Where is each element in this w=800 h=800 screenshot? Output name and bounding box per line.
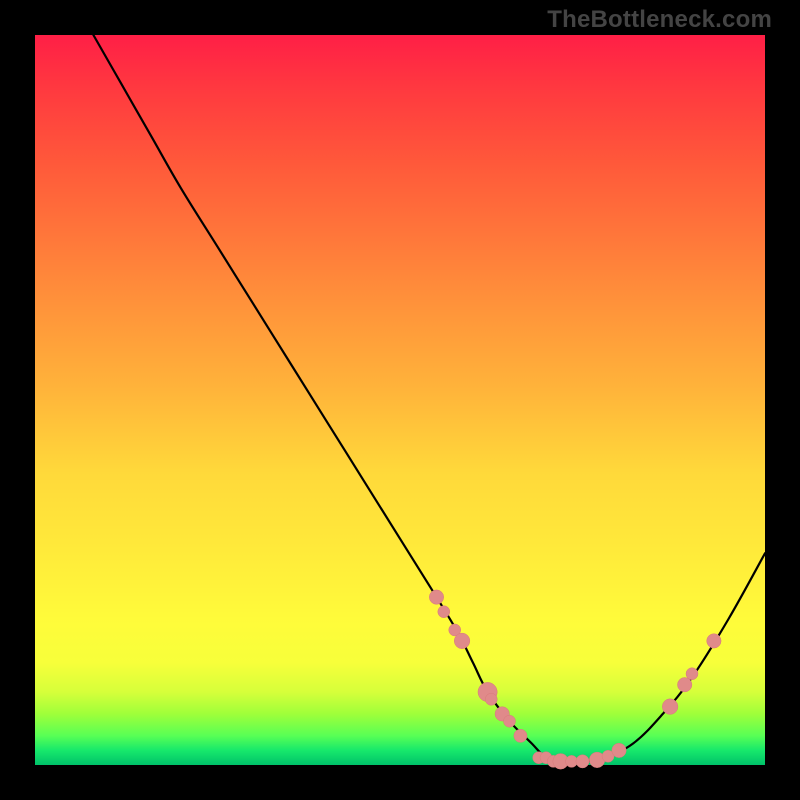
gradient-plot-area	[35, 35, 765, 765]
watermark-text: TheBottleneck.com	[547, 6, 772, 34]
chart-frame: TheBottleneck.com	[0, 0, 800, 800]
